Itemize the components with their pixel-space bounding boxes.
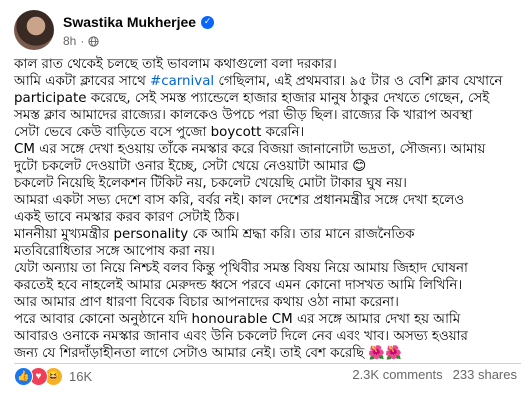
author-name[interactable]: Swastika Mukherjee [63, 14, 196, 30]
post-line: participate করেছে, সেই সমস্ত প্যান্ডেলে … [14, 91, 490, 106]
hashtag-link[interactable]: #carnival [150, 74, 214, 89]
post-timestamp[interactable]: 8h [63, 34, 76, 48]
verified-badge-icon: ✓ [201, 15, 215, 29]
post-line: মাননীয়া মুখ্যমন্ত্রীর personality কে আম… [14, 227, 415, 242]
post-line: চকলেট নিয়েছি ইলেকশন টিকিট নয়, চকলেট খে… [14, 176, 407, 191]
author-row: Swastika Mukherjee ✓ [63, 14, 215, 30]
separator-dot: · [80, 34, 85, 48]
divider [14, 363, 521, 364]
post-line: আমরা একটা সভ্য দেশে বাস করি, বর্বর নই। ক… [14, 193, 465, 208]
post-meta: 8h · [63, 34, 99, 48]
post-text: কাল রাত থেকেই চলছে তাই ভাবলাম কথাগুলো বল… [14, 56, 524, 362]
post-line: আমি একটা ক্লাবের সাথে #carnival গেছিলাম,… [14, 74, 503, 89]
post-line: যেটা অন্যায় তা নিয়ে নিশ্চই বলব কিন্তু … [14, 261, 468, 276]
post-line: জন্য যে শিরদাঁড়াহীনতা লাগে সেটাও আমার ন… [14, 346, 402, 361]
post-header: Swastika Mukherjee ✓ 8h · [14, 8, 514, 52]
like-reaction-icon: 👍 [14, 367, 33, 386]
avatar[interactable] [14, 10, 54, 50]
post-line: একই ভাবে নমস্কার করব কারণ সেটাই ঠিক। [14, 210, 240, 225]
globe-icon [88, 35, 99, 47]
post-line: আবারও ওনাকে নমস্কার জানাব এবং উনি চকলেট … [14, 329, 468, 344]
post-line: আর আমার প্রাণ ধারণা বিবেক বিচার আপনাদের … [14, 295, 399, 310]
post-line: সমস্ত ক্লাব আমাদের রাজ্যের। কালকেও উপচে … [14, 108, 473, 123]
post-line: দুটো চকলেট দেওয়াটা ওনার ইচ্ছে, সেটা খেয… [14, 159, 367, 174]
reaction-count[interactable]: 16K [69, 369, 92, 384]
post-line: সেটা ভেবে কেউ বাড়িতে বসে পুজো boycott ক… [14, 125, 305, 140]
post-stats: 2.3K comments 233 shares [352, 367, 517, 382]
post-line: পরে আবার কোনো অনুষ্ঠানে যদি honourable C… [14, 312, 461, 327]
post-line: কাল রাত থেকেই চলছে তাই ভাবলাম কথাগুলো বল… [14, 57, 337, 72]
shares-count[interactable]: 233 shares [453, 367, 517, 382]
post-line: করতেই হবে নাহলেই আমার মেরুদন্ড ধ্বসে পরব… [14, 278, 463, 293]
post-line: CM এর সঙ্গে দেখা হওয়ায় তাঁকে নমস্কার ক… [14, 142, 486, 157]
post-line: মতবিরোধিতার সঙ্গে আপোষ করা নয়। [14, 244, 215, 259]
reactions-summary[interactable]: 👍 ♥ 😆 16K [14, 367, 92, 386]
post-footer: 👍 ♥ 😆 16K 2.3K comments 233 shares [14, 365, 517, 387]
comments-count[interactable]: 2.3K comments [352, 367, 442, 382]
